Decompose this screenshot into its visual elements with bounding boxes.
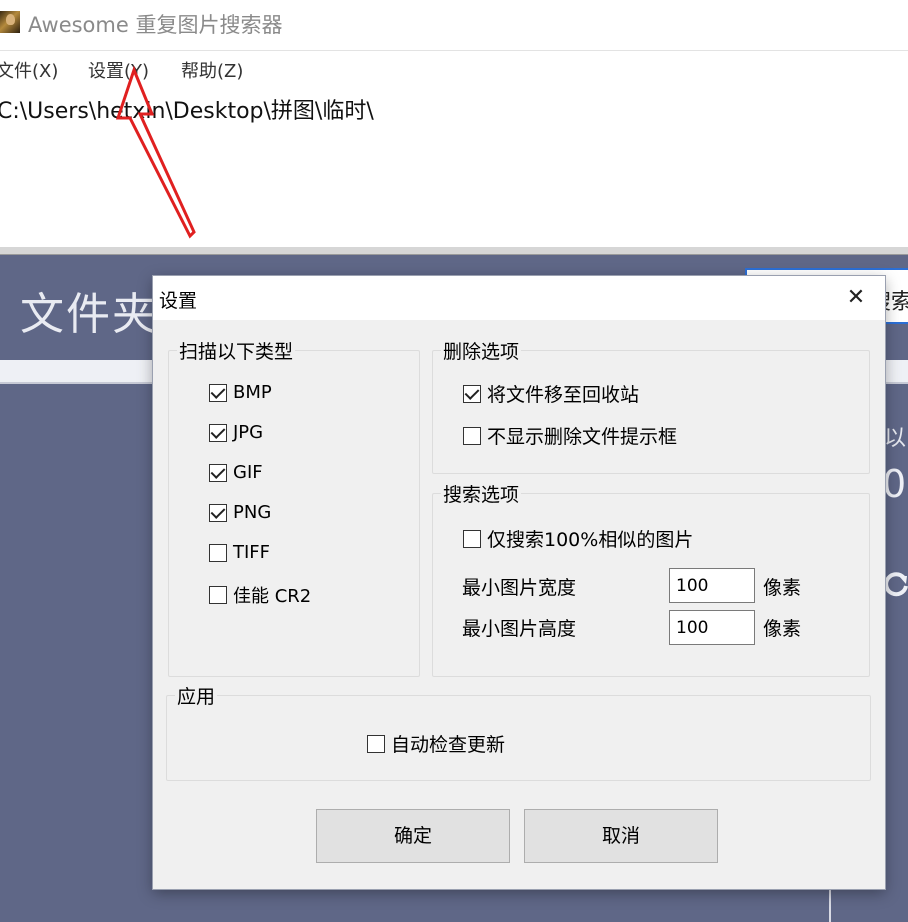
checkbox-gif[interactable]: GIF: [209, 462, 263, 483]
scan-types-legend: 扫描以下类型: [179, 341, 294, 363]
checkbox-cr2[interactable]: 佳能 CR2: [209, 582, 311, 608]
checkbox-no-delete-prompt[interactable]: 不显示删除文件提示框: [463, 422, 677, 449]
checkbox-checked-icon: [463, 384, 481, 403]
checkbox-checked-icon: [209, 463, 227, 482]
checkbox-unchecked-icon: [209, 586, 227, 604]
checkbox-move-to-recycle-bin[interactable]: 将文件移至回收站: [463, 380, 639, 407]
checkbox-cr2-label: 佳能 CR2: [233, 586, 312, 607]
min-height-input[interactable]: [669, 610, 755, 645]
checkbox-checked-icon: [209, 423, 227, 442]
menu-file[interactable]: 文件(X): [0, 57, 58, 83]
checkbox-jpg[interactable]: JPG: [209, 422, 263, 443]
min-width-label: 最小图片宽度: [462, 577, 577, 599]
background-percent-text: 0%: [882, 462, 908, 506]
folder-path: C:\Users\hetxin\Desktop\拼图\临时\: [0, 99, 374, 124]
checkbox-unchecked-icon: [463, 529, 481, 548]
min-width-input[interactable]: [669, 568, 755, 603]
scan-types-group: 扫描以下类型: [168, 337, 420, 677]
dialog-title-bar: 设置 ✕: [153, 276, 885, 320]
checkbox-only-100-percent[interactable]: 仅搜索100%相似的图片: [463, 525, 693, 552]
delete-options-legend: 删除选项: [443, 341, 520, 363]
cancel-button[interactable]: 取消: [524, 809, 718, 863]
checkbox-checked-icon: [209, 503, 227, 522]
checkbox-tiff[interactable]: TIFF: [209, 542, 270, 563]
checkbox-png-label: PNG: [233, 502, 272, 523]
checkbox-checked-icon: [209, 383, 227, 402]
refresh-icon[interactable]: [882, 570, 908, 598]
search-options-legend: 搜索选项: [443, 484, 520, 506]
background-heading: 文件夹: [20, 289, 158, 340]
app-title: Awesome 重复图片搜索器: [28, 13, 283, 37]
checkbox-bmp-label: BMP: [233, 382, 272, 403]
menu-settings[interactable]: 设置(Y): [88, 57, 149, 83]
checkbox-unchecked-icon: [367, 734, 385, 753]
checkbox-bmp[interactable]: BMP: [209, 382, 272, 403]
title-bar: Awesome 重复图片搜索器: [0, 0, 908, 50]
splitter[interactable]: [0, 247, 908, 255]
app-icon: [0, 11, 20, 33]
checkbox-unchecked-icon: [209, 543, 227, 562]
background-divider: [829, 886, 831, 922]
checkbox-no-prompt-label: 不显示删除文件提示框: [487, 426, 678, 448]
menu-help[interactable]: 帮助(Z): [181, 57, 243, 83]
application-group: 应用: [166, 682, 871, 781]
checkbox-png[interactable]: PNG: [209, 502, 271, 523]
min-height-label: 最小图片高度: [462, 618, 577, 640]
checkbox-jpg-label: JPG: [233, 422, 264, 443]
background-side-text: 以: [884, 426, 907, 451]
menu-bar: 文件(X) 设置(Y) 帮助(Z): [0, 50, 908, 88]
min-width-unit: 像素: [763, 577, 802, 599]
checkbox-gif-label: GIF: [233, 462, 263, 483]
application-legend: 应用: [177, 686, 216, 708]
checkbox-tiff-label: TIFF: [233, 542, 271, 563]
ok-button[interactable]: 确定: [316, 809, 510, 863]
checkbox-unchecked-icon: [463, 426, 481, 445]
checkbox-auto-update-label: 自动检查更新: [391, 734, 506, 756]
dialog-title: 设置: [159, 290, 198, 312]
settings-dialog: 设置 ✕ 扫描以下类型 BMP JPG GIF PNG TIFF 佳能 CR2 …: [153, 276, 885, 889]
folder-path-area[interactable]: C:\Users\hetxin\Desktop\拼图\临时\: [0, 87, 908, 247]
checkbox-only-100-label: 仅搜索100%相似的图片: [487, 529, 694, 551]
min-height-unit: 像素: [763, 618, 802, 640]
close-icon[interactable]: ✕: [837, 282, 875, 314]
checkbox-auto-update[interactable]: 自动检查更新: [367, 730, 505, 757]
checkbox-recycle-label: 将文件移至回收站: [487, 384, 640, 406]
